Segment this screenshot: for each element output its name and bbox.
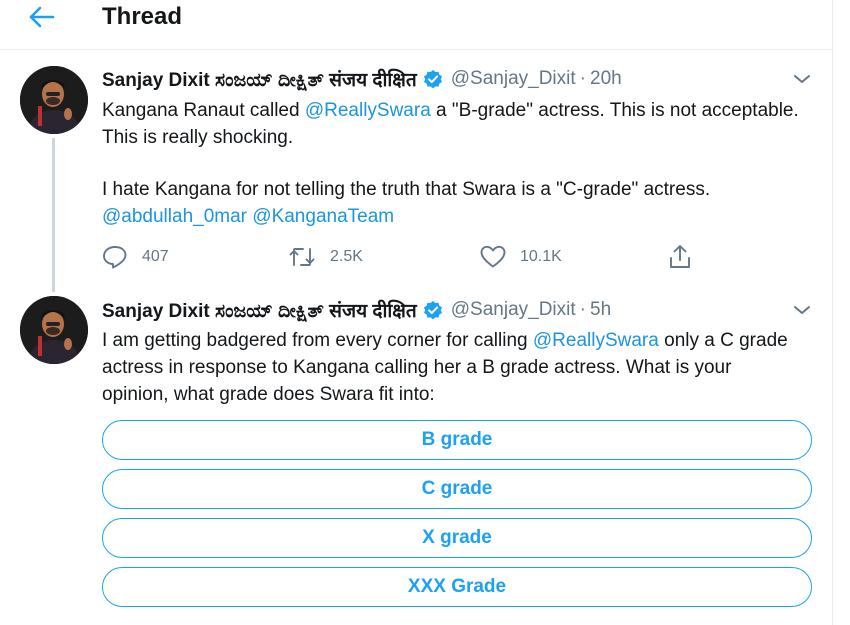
tweet-1[interactable]: Sanjay Dixit ಸಂಜಯ್ ದೀಕ್ಷಿತ್ संजय दीक्षित… [0,52,832,292]
chevron-down-icon [794,75,810,83]
author-handle[interactable]: @Sanjay_Dixit [451,68,576,90]
retweet-icon [289,248,315,266]
mention-link[interactable]: @ReallySwara [305,100,431,121]
like-count: 10.1K [520,248,562,265]
tweet-timestamp[interactable]: 5h [590,299,611,321]
profile-photo [20,296,88,364]
tweet-text: Kangana Ranaut called @ReallySwara a "B-… [102,97,802,230]
separator-dot: · [579,68,586,89]
reply-button[interactable]: 407 [102,242,169,272]
heart-icon [480,245,506,268]
author-name[interactable]: Sanjay Dixit ಸಂಜಯ್ ದೀಕ್ಷಿತ್ संजय दीक्षित [102,297,417,323]
author-handle[interactable]: @Sanjay_Dixit [451,299,576,321]
poll-option-3[interactable]: X grade [102,518,812,558]
poll-option-4[interactable]: XXX Grade [102,567,812,607]
more-options-button[interactable] [788,67,816,91]
share-icon [670,245,690,268]
text-segment: I am getting badgered from every corner … [102,330,533,351]
retweet-button[interactable]: 2.5K [288,242,363,272]
back-button[interactable] [22,2,62,32]
thread-connector [52,138,55,292]
tweet-text: I am getting badgered from every corner … [102,327,802,408]
share-button[interactable] [668,242,706,272]
poll-option-1[interactable]: B grade [102,420,812,460]
mention-link[interactable]: @KanganaTeam [252,206,394,227]
tweet-timestamp[interactable]: 20h [590,68,622,90]
mention-link[interactable]: @abdullah_0mar [102,206,247,227]
column-divider [832,0,833,625]
avatar[interactable] [20,296,88,364]
tweet-header: Sanjay Dixit ಸಂಜಯ್ ದೀಕ್ಷಿತ್ संजय दीक्षित… [102,298,611,322]
reply-icon [103,246,127,269]
tweet-2[interactable]: Sanjay Dixit ಸಂಜಯ್ ದೀಕ್ಷಿತ್ संजय दीक्षित… [0,292,832,625]
more-options-button[interactable] [788,298,816,322]
text-segment: Kangana Ranaut called [102,100,305,121]
arrow-left-icon [29,6,55,28]
thread-header: Thread [0,0,832,50]
verified-icon [423,300,443,320]
mention-link[interactable]: @ReallySwara [533,330,659,351]
author-name[interactable]: Sanjay Dixit ಸಂಜಯ್ ದೀಕ್ಷಿತ್ संजय दीक्षित [102,66,417,92]
text-segment: I hate Kangana for not telling the truth… [102,179,711,200]
tweet-paragraph: I am getting badgered from every corner … [102,327,802,408]
tweet-paragraph: I hate Kangana for not telling the truth… [102,176,802,230]
poll-option-2[interactable]: C grade [102,469,812,509]
avatar[interactable] [20,66,88,134]
reply-count: 407 [142,248,169,265]
verified-icon [423,69,443,89]
separator-dot: · [579,299,586,320]
tweet-paragraph: Kangana Ranaut called @ReallySwara a "B-… [102,97,802,151]
retweet-count: 2.5K [330,248,363,265]
page-title: Thread [102,3,183,30]
chevron-down-icon [794,306,810,314]
profile-photo [20,66,88,134]
tweet-actions: 407 2.5K 10.1K [102,242,702,272]
like-button[interactable]: 10.1K [480,242,562,272]
tweet-header: Sanjay Dixit ಸಂಜಯ್ ದೀಕ್ಷಿತ್ संजय दीक्षित… [102,67,622,91]
